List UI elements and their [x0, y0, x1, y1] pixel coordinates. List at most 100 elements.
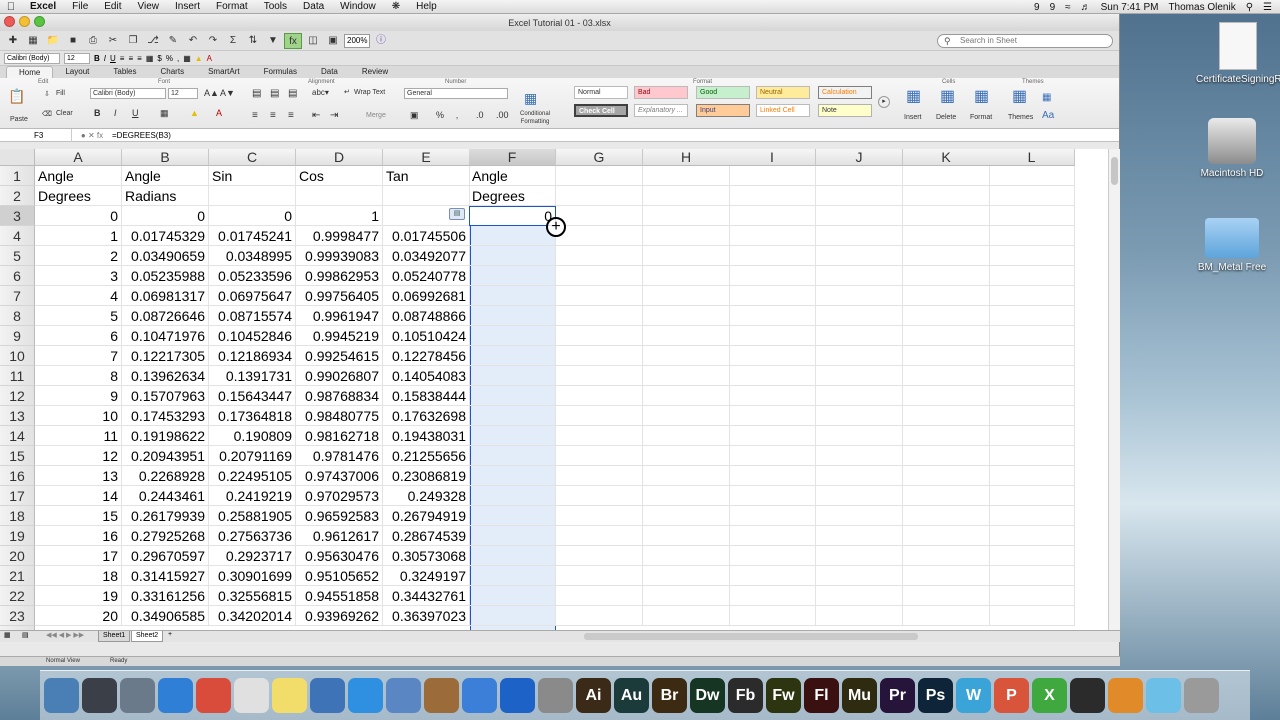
cell-e14[interactable]: 0.19438031: [383, 426, 470, 446]
empty-cell[interactable]: [556, 446, 643, 466]
empty-cell[interactable]: [816, 486, 903, 506]
conditional-formatting-button[interactable]: Conditional Formatting: [514, 110, 556, 126]
align-top-icon[interactable]: ▤: [252, 88, 261, 99]
empty-cell[interactable]: [556, 306, 643, 326]
cell-f23[interactable]: [469, 606, 556, 626]
cell-e5[interactable]: 0.03492077: [383, 246, 470, 266]
empty-cell[interactable]: [903, 266, 990, 286]
row-header[interactable]: 1: [0, 166, 35, 186]
empty-cell[interactable]: [989, 166, 1075, 186]
cell-a13[interactable]: 10: [35, 406, 122, 426]
empty-cell[interactable]: [556, 266, 643, 286]
cell-b15[interactable]: 0.20943951: [122, 446, 209, 466]
empty-cell[interactable]: [729, 406, 816, 426]
eraser-icon[interactable]: ⌫: [42, 110, 52, 118]
cell-b10[interactable]: 0.12217305: [122, 346, 209, 366]
italic-icon[interactable]: I: [104, 54, 106, 63]
delete-cells-button[interactable]: Delete: [936, 114, 956, 121]
empty-cell[interactable]: [903, 406, 990, 426]
empty-cell[interactable]: [816, 526, 903, 546]
empty-cell[interactable]: [903, 606, 990, 626]
empty-cell[interactable]: [729, 466, 816, 486]
cell-f5[interactable]: [469, 246, 556, 266]
cell-c4[interactable]: 0.01745241: [209, 226, 296, 246]
empty-cell[interactable]: [556, 546, 643, 566]
cell-f6[interactable]: [469, 266, 556, 286]
empty-cell[interactable]: [643, 406, 730, 426]
tab-charts[interactable]: Charts: [149, 66, 197, 78]
empty-cell[interactable]: [556, 226, 643, 246]
cell-b21[interactable]: 0.31415927: [122, 566, 209, 586]
cell-e13[interactable]: 0.17632698: [383, 406, 470, 426]
ribbon-comma-icon[interactable]: ‚: [456, 110, 458, 120]
fill-button[interactable]: Fill: [56, 90, 65, 97]
cell-b3[interactable]: 0: [122, 206, 209, 226]
empty-cell[interactable]: [816, 446, 903, 466]
empty-cell[interactable]: [729, 386, 816, 406]
tab-home[interactable]: Home: [6, 66, 54, 78]
row-header[interactable]: 19: [0, 526, 35, 546]
cell-a15[interactable]: 12: [35, 446, 122, 466]
row-header[interactable]: 21: [0, 566, 35, 586]
cell-f16[interactable]: [469, 466, 556, 486]
cell-d3[interactable]: 1: [296, 206, 383, 226]
dock-app-icon[interactable]: Fl: [804, 678, 839, 713]
help-icon[interactable]: ⓘ: [372, 33, 390, 49]
dock-app-icon[interactable]: [1146, 678, 1181, 713]
empty-cell[interactable]: [816, 466, 903, 486]
empty-cell[interactable]: [903, 386, 990, 406]
cell-e21[interactable]: 0.3249197: [383, 566, 470, 586]
dock-app-icon[interactable]: [462, 678, 497, 713]
empty-cell[interactable]: [903, 326, 990, 346]
font-size-select[interactable]: 12: [168, 88, 198, 99]
cell-d23[interactable]: 0.93969262: [296, 606, 383, 626]
empty-cell[interactable]: [903, 426, 990, 446]
empty-cell[interactable]: [729, 566, 816, 586]
style-check-cell[interactable]: Check Cell: [574, 104, 628, 117]
column-header-g[interactable]: G: [556, 149, 643, 166]
row-header[interactable]: 23: [0, 606, 35, 626]
empty-cell[interactable]: [903, 346, 990, 366]
dock-app-icon[interactable]: X: [1032, 678, 1067, 713]
row-header[interactable]: 6: [0, 266, 35, 286]
empty-cell[interactable]: [643, 346, 730, 366]
empty-cell[interactable]: [816, 406, 903, 426]
empty-cell[interactable]: [643, 426, 730, 446]
row-header[interactable]: 8: [0, 306, 35, 326]
menu-help[interactable]: Help: [408, 1, 445, 12]
column-header-a[interactable]: A: [35, 149, 122, 166]
dock-app-icon[interactable]: [538, 678, 573, 713]
dock-app-icon[interactable]: Br: [652, 678, 687, 713]
dock-app-icon[interactable]: Ai: [576, 678, 611, 713]
add-sheet-icon[interactable]: +: [168, 631, 172, 638]
cell-f7[interactable]: [469, 286, 556, 306]
cell-b7[interactable]: 0.06981317: [122, 286, 209, 306]
dock-app-icon[interactable]: Fb: [728, 678, 763, 713]
row-header[interactable]: 5: [0, 246, 35, 266]
style-explanatory[interactable]: Explanatory ...: [634, 104, 688, 117]
menu-window[interactable]: Window: [332, 1, 384, 12]
cell-b13[interactable]: 0.17453293: [122, 406, 209, 426]
column-header-i[interactable]: I: [729, 149, 816, 166]
cell-a9[interactable]: 6: [35, 326, 122, 346]
ribbon-borders-icon[interactable]: ▦: [160, 108, 169, 119]
cell-b6[interactable]: 0.05235988: [122, 266, 209, 286]
minimize-button[interactable]: [19, 16, 30, 27]
copy-icon[interactable]: ❐: [124, 33, 142, 49]
empty-cell[interactable]: [729, 446, 816, 466]
cell-f20[interactable]: [469, 546, 556, 566]
macintosh-hd-icon[interactable]: Macintosh HD: [1190, 118, 1274, 179]
cell-d6[interactable]: 0.99862953: [296, 266, 383, 286]
column-header-c[interactable]: C: [209, 149, 296, 166]
accounting-icon[interactable]: ▣: [410, 110, 419, 121]
dock-app-icon[interactable]: [424, 678, 459, 713]
clear-button[interactable]: Clear: [56, 110, 73, 117]
cell-d15[interactable]: 0.9781476: [296, 446, 383, 466]
align-text-center-icon[interactable]: ≡: [270, 110, 276, 121]
cell-e20[interactable]: 0.30573068: [383, 546, 470, 566]
cell-d5[interactable]: 0.99939083: [296, 246, 383, 266]
row-header[interactable]: 9: [0, 326, 35, 346]
cell-a6[interactable]: 3: [35, 266, 122, 286]
empty-cell[interactable]: [989, 226, 1075, 246]
borders-icon[interactable]: ▦: [183, 54, 191, 63]
